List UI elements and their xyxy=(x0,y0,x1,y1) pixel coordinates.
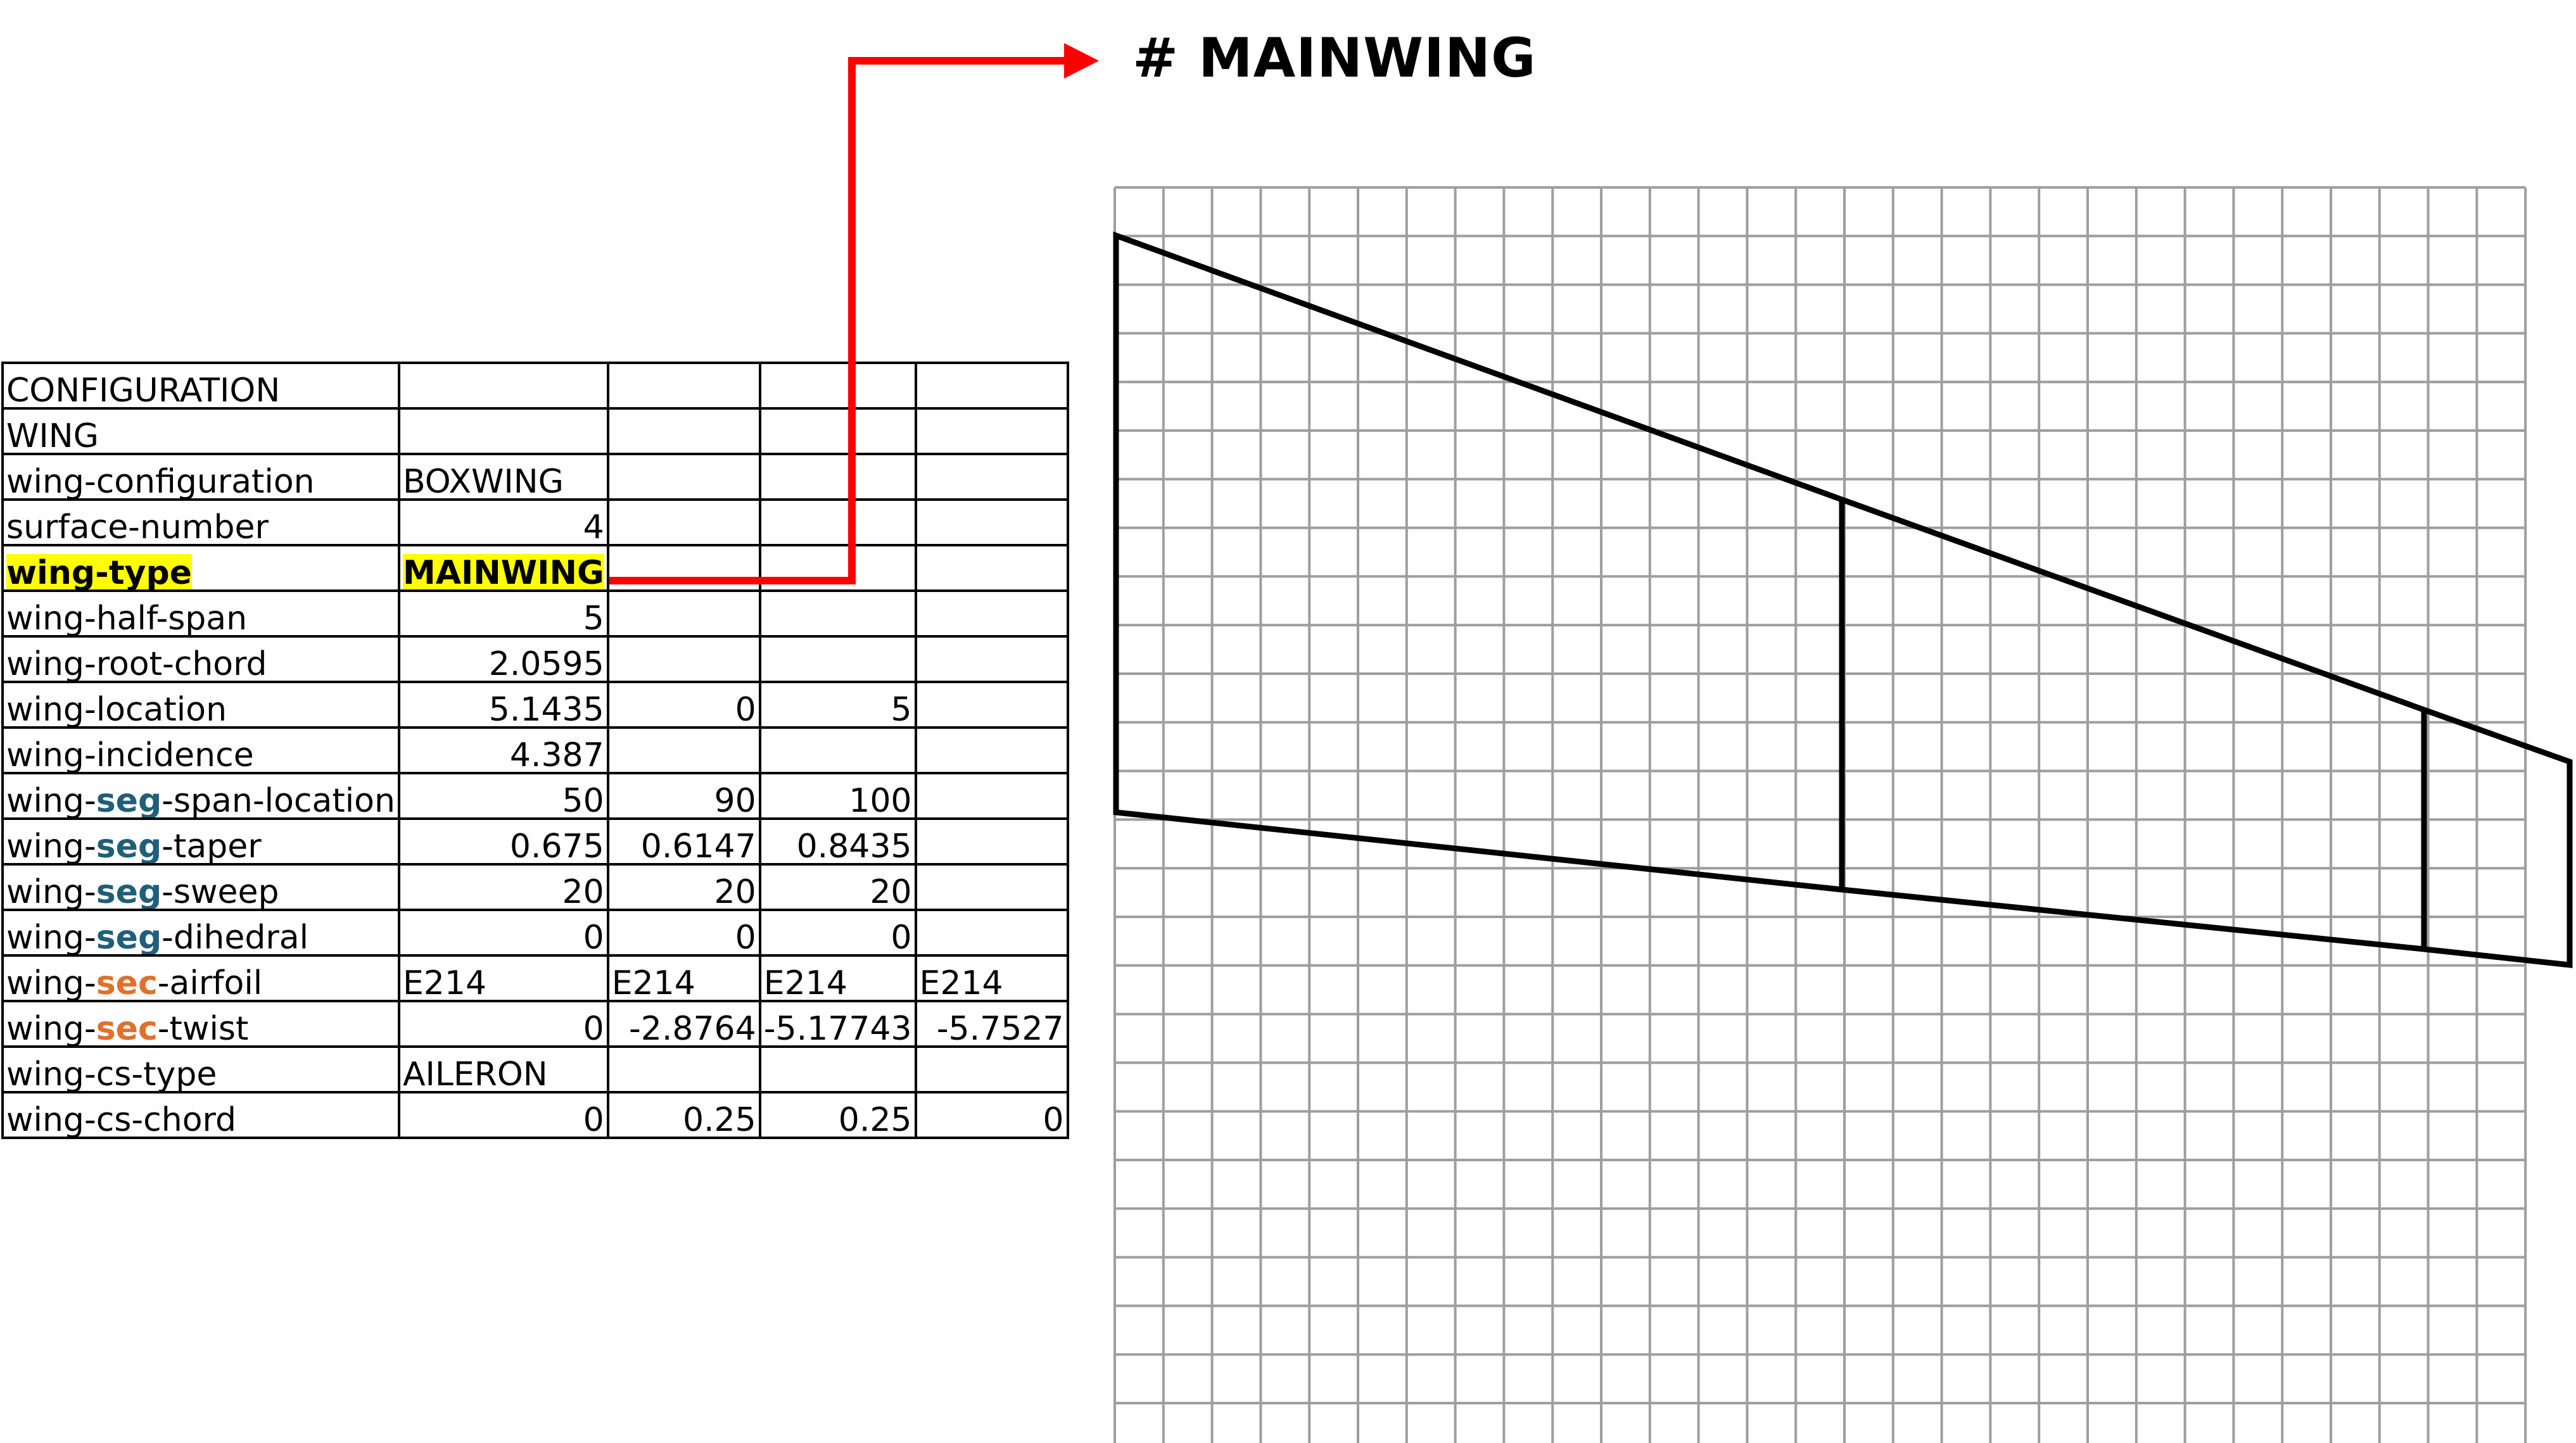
wing-planform-diagram xyxy=(609,43,2573,1443)
wing-planform xyxy=(1113,231,2573,969)
arrow-head xyxy=(1064,43,1099,79)
arrow-line xyxy=(609,57,1070,584)
graph-grid xyxy=(1114,186,2527,1443)
pointer-arrow xyxy=(609,43,1099,584)
